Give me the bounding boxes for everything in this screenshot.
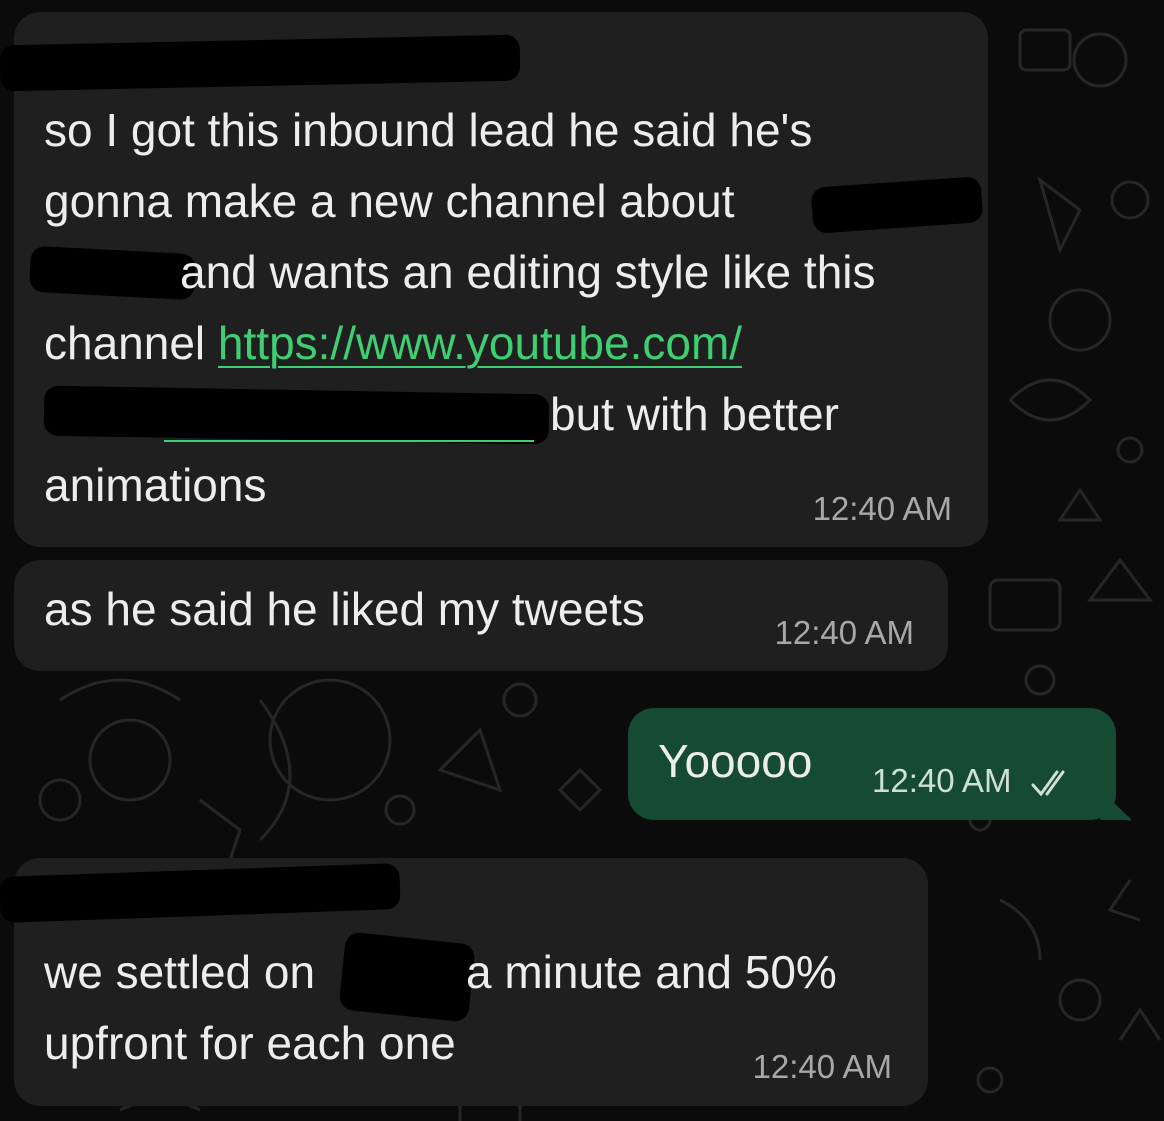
redacted-topic-continued <box>28 245 197 301</box>
redacted-link-path <box>43 385 550 445</box>
redacted-sender-name <box>0 34 521 92</box>
message-bubble-4[interactable]: we settled on a minute and 50% upfront f… <box>0 858 928 1106</box>
message-timestamp: 12:40 AM <box>812 490 952 527</box>
message-line: animations <box>44 459 267 511</box>
message-timestamp: 12:40 AM <box>752 1048 892 1085</box>
message-line: we settled on <box>44 946 316 998</box>
message-line: upfront for each one <box>44 1017 456 1069</box>
outgoing-bubble-tail <box>1100 790 1132 821</box>
message-timestamp: 12:40 AM <box>774 614 914 651</box>
message-bubble-1[interactable]: so I got this inbound lead he said he's … <box>0 12 988 547</box>
message-bubble-2[interactable]: as he said he liked my tweets 12:40 AM <box>14 560 948 671</box>
message-line-with-link: channel https://www.youtube.com/ <box>44 308 742 379</box>
message-meta: 12:40 AM <box>872 762 1073 800</box>
youtube-channel-link[interactable]: https://www.youtube.com/ <box>218 317 742 369</box>
redacted-topic <box>810 176 984 234</box>
message-line: channel <box>44 317 206 369</box>
message-line: so I got this inbound lead he said he's <box>44 104 813 156</box>
message-text: Yooooo <box>658 735 813 787</box>
message-line: and wants an editing style like this <box>180 246 876 298</box>
message-line: a minute and 50% <box>466 946 837 998</box>
redacted-sender-name <box>0 863 401 923</box>
message-text: as he said he liked my tweets <box>44 583 645 635</box>
message-line: but with better <box>550 388 839 440</box>
read-double-check-icon <box>1031 770 1065 797</box>
message-bubble-3-outgoing[interactable]: Yooooo 12:40 AM <box>628 708 1116 820</box>
message-timestamp: 12:40 AM <box>872 762 1012 799</box>
message-line: gonna make a new channel about <box>44 175 735 227</box>
link-underline <box>164 440 534 442</box>
